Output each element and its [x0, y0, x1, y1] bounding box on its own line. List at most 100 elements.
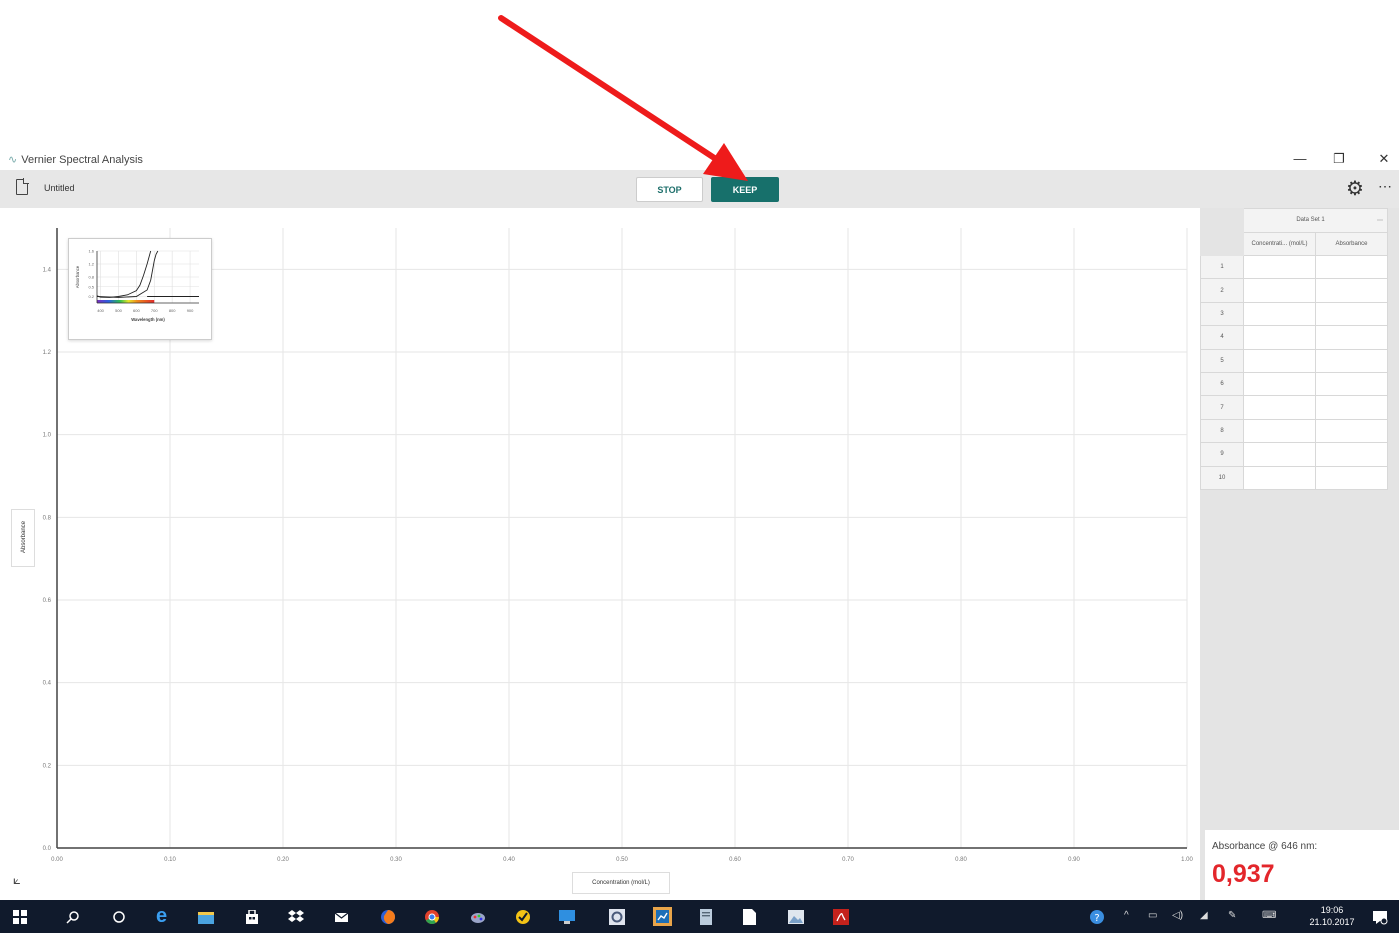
- row-number: 6: [1200, 371, 1244, 397]
- row-number: 8: [1200, 418, 1244, 444]
- remote-desktop-icon[interactable]: [558, 908, 575, 925]
- toolbar: Untitled STOP KEEP ⚙ ⋯: [0, 170, 1399, 208]
- document-app-icon[interactable]: [741, 908, 758, 925]
- dataset-header[interactable]: Data Set 1 ⋯: [1243, 208, 1388, 233]
- column-header-concentration[interactable]: Concentrati... (mol/L): [1243, 232, 1316, 256]
- column-header-concentration-label: Concentrati... (mol/L): [1251, 241, 1308, 247]
- concentration-cell[interactable]: [1243, 418, 1316, 444]
- x-tick-label: 0.10: [164, 857, 176, 863]
- stop-button[interactable]: STOP: [636, 177, 703, 202]
- more-options-icon[interactable]: ⋯: [1378, 178, 1393, 195]
- dataset-menu-icon[interactable]: ⋯: [1377, 217, 1383, 224]
- thumb-y-tick-label: 1.6: [88, 249, 94, 254]
- thumb-x-tick-label: 500: [115, 308, 122, 313]
- file-icon[interactable]: [16, 178, 29, 195]
- vernier-app-icon[interactable]: [653, 907, 672, 926]
- speaker-icon[interactable]: ◁): [1172, 910, 1183, 921]
- notes-app-icon[interactable]: [697, 908, 714, 925]
- network-icon[interactable]: ◢: [1200, 910, 1208, 921]
- absorbance-cell[interactable]: [1315, 418, 1388, 444]
- absorbance-cell[interactable]: [1315, 465, 1388, 490]
- thumb-y-tick-label: 0.5: [88, 284, 94, 289]
- document-title[interactable]: Untitled: [44, 183, 75, 193]
- minimize-button[interactable]: —: [1280, 151, 1320, 166]
- chevron-up-icon[interactable]: ^: [1124, 910, 1129, 921]
- absorbance-cell[interactable]: [1315, 371, 1388, 397]
- y-tick-label: 1.2: [43, 350, 52, 356]
- keyboard-icon[interactable]: ⌨: [1262, 910, 1276, 921]
- absorbance-cell[interactable]: [1315, 325, 1388, 350]
- data-table: Data Set 1 ⋯ Concentrati... (mol/L) Abso…: [1200, 208, 1388, 490]
- thumb-series-line-1: [96, 250, 152, 298]
- pen-icon[interactable]: ✎: [1228, 910, 1236, 921]
- task-view-icon[interactable]: [110, 908, 127, 925]
- concentration-cell[interactable]: [1243, 395, 1316, 420]
- camera-app-icon[interactable]: [608, 908, 625, 925]
- concentration-cell[interactable]: [1243, 301, 1316, 327]
- row-number: 1: [1200, 254, 1244, 280]
- y-tick-label: 0.0: [43, 846, 52, 852]
- absorbance-cell[interactable]: [1315, 395, 1388, 420]
- table-row: 5: [1200, 348, 1388, 373]
- absorbance-cell[interactable]: [1315, 348, 1388, 373]
- table-corner-2: [1200, 232, 1244, 256]
- absorbance-cell[interactable]: [1315, 442, 1388, 467]
- y-tick-label: 0.4: [43, 681, 52, 687]
- table-row: 1: [1200, 254, 1388, 280]
- y-tick-label: 0.8: [43, 515, 52, 521]
- help-icon[interactable]: ?: [1088, 908, 1105, 925]
- firefox-icon[interactable]: [379, 908, 396, 925]
- thumb-y-tick-label: 1.2: [88, 262, 94, 267]
- x-axis-label[interactable]: Concentration (mol/L): [572, 872, 670, 894]
- live-meter[interactable]: Absorbance @ 646 nm: 0,937: [1205, 830, 1399, 900]
- store-icon[interactable]: [243, 908, 260, 925]
- concentration-cell[interactable]: [1243, 278, 1316, 303]
- dropbox-icon[interactable]: [287, 908, 304, 925]
- clock[interactable]: 19:06 21.10.2017: [1302, 904, 1362, 928]
- edge-browser-icon[interactable]: e: [153, 905, 170, 927]
- spectrum-thumbnail[interactable]: 400 500 600 700 800 900 0.2 0.5 0.8 1.2 1.6 Wavelen…: [68, 238, 212, 340]
- gear-icon[interactable]: ⚙: [1346, 176, 1364, 201]
- svg-text:?: ?: [1094, 913, 1099, 924]
- x-tick-label: 0.30: [390, 857, 402, 863]
- x-tick-label: 0.80: [955, 857, 967, 863]
- absorbance-cell[interactable]: [1315, 278, 1388, 303]
- maximize-button[interactable]: ❐: [1319, 151, 1359, 167]
- graph-tools-icon[interactable]: ⟀: [13, 872, 21, 888]
- paint-app-icon[interactable]: [469, 908, 486, 925]
- app-title-text: Vernier Spectral Analysis: [21, 153, 143, 166]
- windows-start-icon[interactable]: [11, 908, 28, 925]
- concentration-cell[interactable]: [1243, 348, 1316, 373]
- table-row: 10: [1200, 465, 1388, 490]
- concentration-cell[interactable]: [1243, 442, 1316, 467]
- y-tick-label: 0.2: [43, 763, 52, 769]
- concentration-cell[interactable]: [1243, 371, 1316, 397]
- thumb-x-tick-label: 400: [97, 308, 104, 313]
- search-icon[interactable]: [64, 908, 81, 925]
- y-axis-label: Absorbance: [21, 520, 27, 554]
- chrome-icon[interactable]: [423, 908, 440, 925]
- absorbance-cell[interactable]: [1315, 301, 1388, 327]
- app-title: ∿ Vernier Spectral Analysis: [8, 153, 143, 167]
- row-number: 5: [1200, 348, 1244, 373]
- concentration-cell[interactable]: [1243, 254, 1316, 280]
- column-header-absorbance[interactable]: Absorbance: [1315, 232, 1388, 256]
- absorbance-cell[interactable]: [1315, 254, 1388, 280]
- table-row: 3: [1200, 301, 1388, 327]
- thumb-y-tick-label: 0.2: [88, 294, 94, 299]
- mail-icon[interactable]: [333, 908, 350, 925]
- thumb-x-tick-label: 800: [169, 308, 176, 313]
- thumb-x-tick-label: 600: [133, 308, 140, 313]
- row-number: 4: [1200, 325, 1244, 350]
- keep-button[interactable]: KEEP: [711, 177, 779, 202]
- acrobat-icon[interactable]: [832, 908, 849, 925]
- file-explorer-icon[interactable]: [197, 908, 214, 925]
- concentration-cell[interactable]: [1243, 465, 1316, 490]
- y-axis-label-box[interactable]: Absorbance: [11, 509, 35, 567]
- battery-icon[interactable]: ▭: [1148, 910, 1157, 921]
- norton-icon[interactable]: [514, 908, 531, 925]
- concentration-cell[interactable]: [1243, 325, 1316, 350]
- notifications-icon[interactable]: [1371, 908, 1388, 925]
- close-button[interactable]: ✕: [1364, 151, 1399, 167]
- photos-app-icon[interactable]: [787, 908, 804, 925]
